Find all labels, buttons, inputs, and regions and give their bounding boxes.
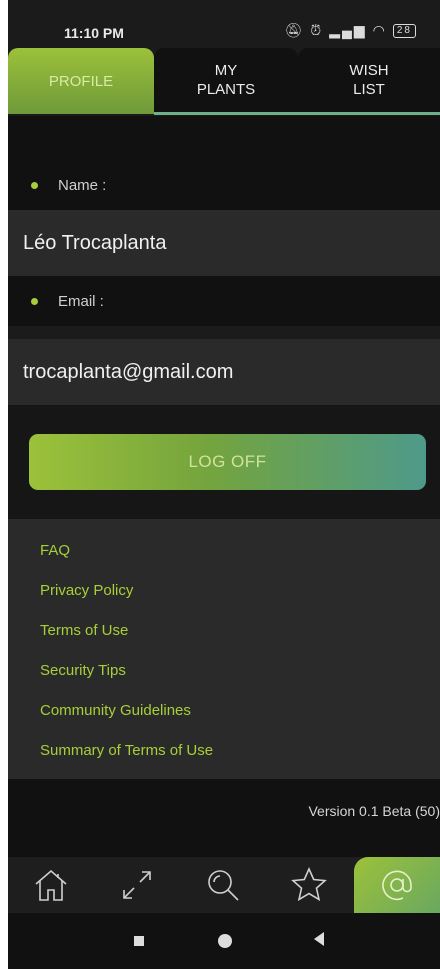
tab-profile-label: PROFILE — [48, 72, 114, 90]
wifi-icon: ◠ — [372, 22, 387, 38]
status-icons: 🔕︎ ⏰︎ ▂▄▆ ◠ 28 — [284, 22, 416, 39]
status-bar: 11:10 PM 🔕︎ ⏰︎ ▂▄▆ ◠ 28 — [8, 0, 440, 48]
back-button[interactable] — [314, 932, 324, 946]
tab-my-plants[interactable]: MY PLANTS — [154, 48, 298, 112]
star-icon — [291, 867, 327, 902]
logoff-section: LOG OFF — [8, 405, 440, 519]
profile-header-space — [8, 116, 440, 160]
name-label: Name : — [58, 176, 107, 194]
tab-underline — [154, 112, 440, 115]
home-icon — [35, 869, 67, 901]
info-links: FAQ Privacy Policy Terms of Use Security… — [8, 519, 440, 779]
nav-home[interactable] — [8, 857, 94, 913]
link-summary-terms[interactable]: Summary of Terms of Use — [40, 739, 440, 779]
mute-icon: 🔕︎ — [284, 22, 305, 38]
bullet-icon — [31, 297, 38, 305]
links-list: FAQ Privacy Policy Terms of Use Security… — [8, 519, 440, 779]
nav-profile[interactable] — [354, 857, 440, 913]
version-text: Version 0.1 Beta (50) — [308, 803, 440, 819]
bottom-navigation — [8, 857, 440, 913]
status-time: 11:10 PM — [64, 25, 124, 41]
swap-arrows-icon — [123, 871, 151, 899]
nav-swap[interactable] — [94, 857, 180, 913]
alarm-icon: ⏰︎ — [310, 22, 324, 38]
email-label: Email : — [58, 292, 104, 310]
link-privacy-policy[interactable]: Privacy Policy — [40, 579, 440, 619]
link-security-tips[interactable]: Security Tips — [40, 659, 440, 699]
tab-my-plants-label: MY PLANTS — [196, 62, 256, 98]
link-community-guidelines[interactable]: Community Guidelines — [40, 699, 440, 739]
recents-button[interactable] — [134, 936, 144, 946]
link-terms-of-use[interactable]: Terms of Use — [40, 619, 440, 659]
email-value-row: trocaplanta@gmail.com — [8, 339, 440, 405]
tab-wish-list-label: WISH LIST — [349, 62, 389, 98]
bullet-icon — [31, 181, 38, 189]
logoff-button[interactable]: LOG OFF — [29, 434, 426, 490]
signal-icon: ▂▄▆ — [329, 22, 367, 38]
version-section: Version 0.1 Beta (50) — [8, 779, 440, 857]
profile-tabs: PROFILE MY PLANTS WISH LIST — [8, 48, 440, 116]
at-icon — [382, 870, 412, 901]
tab-wish-list[interactable]: WISH LIST — [298, 48, 440, 112]
nav-search[interactable] — [180, 857, 266, 913]
system-navigation — [8, 913, 440, 969]
nav-favorites[interactable] — [266, 857, 352, 913]
name-label-row: Name : — [8, 160, 440, 210]
tab-profile[interactable]: PROFILE — [8, 48, 154, 114]
link-faq[interactable]: FAQ — [40, 539, 440, 579]
search-icon — [208, 870, 239, 901]
app-screen: 11:10 PM 🔕︎ ⏰︎ ▂▄▆ ◠ 28 PROFILE MY PLANT… — [8, 0, 440, 969]
name-value-row: Léo Trocaplanta — [8, 210, 440, 276]
home-button[interactable] — [218, 934, 232, 948]
email-label-row: Email : — [8, 276, 440, 326]
name-value: Léo Trocaplanta — [23, 231, 167, 254]
battery-icon: 28 — [392, 23, 416, 38]
email-value: trocaplanta@gmail.com — [23, 360, 234, 383]
